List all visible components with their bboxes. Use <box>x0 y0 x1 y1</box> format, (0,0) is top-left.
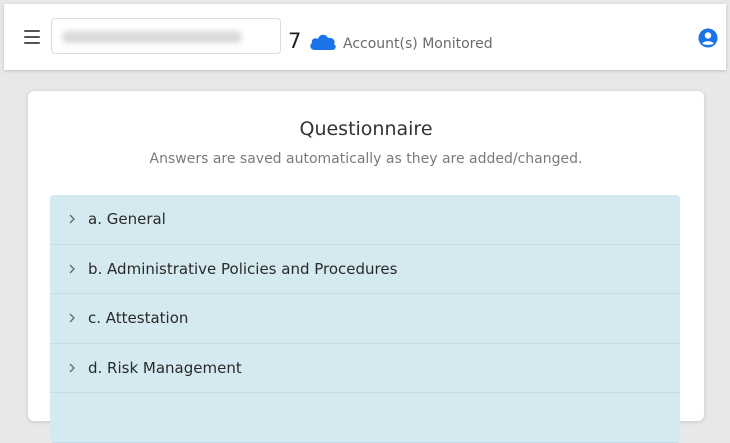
section-attestation[interactable]: c. Attestation <box>50 294 680 344</box>
page-subtitle: Answers are saved automatically as they … <box>149 151 583 167</box>
section-label: d. Risk Management <box>88 358 242 377</box>
questionnaire-card: Questionnaire Answers are saved automati… <box>28 91 704 443</box>
monitored-label: Account(s) Monitored <box>343 36 493 52</box>
section-general[interactable]: a. General <box>50 195 680 245</box>
user-circle-icon[interactable] <box>698 28 718 48</box>
account-count: 7 <box>288 29 302 53</box>
page-title: Questionnaire <box>299 118 433 140</box>
chevron-right-icon <box>69 363 75 373</box>
chevron-right-icon <box>69 264 75 274</box>
top-bar: 7 Account(s) Monitored <box>4 4 726 70</box>
section-label: c. Attestation <box>88 309 189 328</box>
chevron-right-icon <box>69 214 75 224</box>
hamburger-menu-icon[interactable] <box>24 30 46 48</box>
cloud-icon <box>310 34 336 50</box>
chevron-right-icon <box>69 313 75 323</box>
section-label: a. General <box>88 210 166 229</box>
section-label: b. Administrative Policies and Procedure… <box>88 259 398 278</box>
redacted-account-name <box>62 31 242 43</box>
account-selector[interactable] <box>51 18 281 54</box>
questionnaire-accordion: a. General b. Administrative Policies an… <box>50 195 680 443</box>
section-administrative-policies[interactable]: b. Administrative Policies and Procedure… <box>50 245 680 294</box>
section-next[interactable] <box>50 393 680 443</box>
section-risk-management[interactable]: d. Risk Management <box>50 344 680 393</box>
